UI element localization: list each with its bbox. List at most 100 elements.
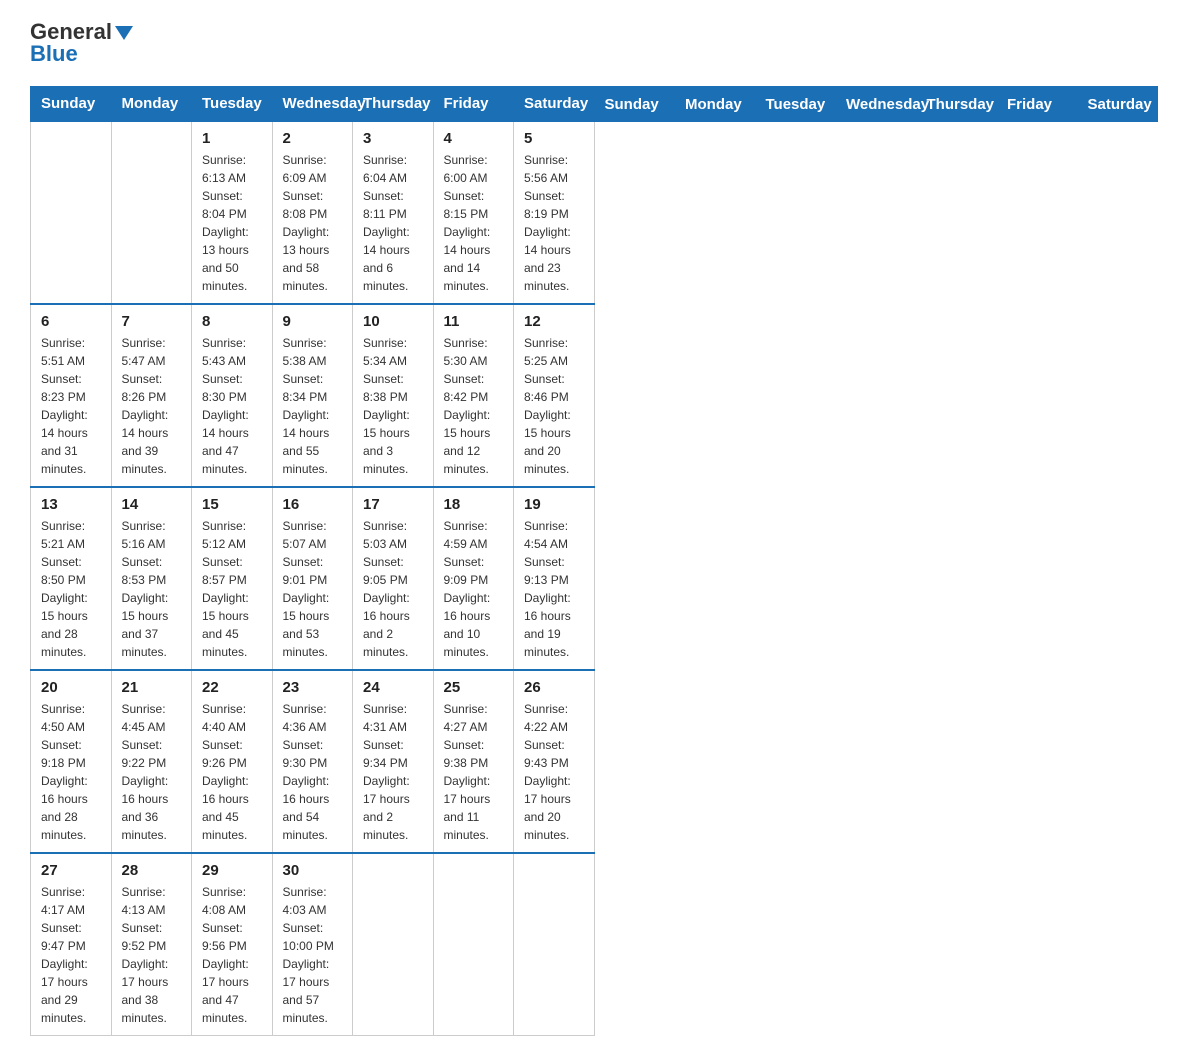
logo-triangle-icon bbox=[115, 26, 133, 40]
day-number: 13 bbox=[41, 496, 101, 513]
day-number: 4 bbox=[444, 130, 504, 147]
calendar-cell: 7 Sunrise: 5:47 AM Sunset: 8:26 PM Daylig… bbox=[111, 304, 192, 487]
day-info: Sunrise: 4:59 AM Sunset: 9:09 PM Dayligh… bbox=[444, 517, 504, 661]
day-info: Sunrise: 4:03 AM Sunset: 10:00 PM Daylig… bbox=[283, 883, 343, 1027]
day-info: Sunrise: 5:12 AM Sunset: 8:57 PM Dayligh… bbox=[202, 517, 262, 661]
logo-blue-text: Blue bbox=[30, 42, 133, 66]
day-info: Sunrise: 6:04 AM Sunset: 8:11 PM Dayligh… bbox=[363, 151, 423, 295]
header-monday: Monday bbox=[111, 87, 192, 122]
header-saturday: Saturday bbox=[514, 87, 595, 122]
day-number: 24 bbox=[363, 679, 423, 696]
calendar-cell: 10Sunrise: 5:34 AM Sunset: 8:38 PM Dayli… bbox=[353, 304, 434, 487]
calendar-cell: 21 Sunrise: 4:45 AM Sunset: 9:22 PM Dayli… bbox=[111, 670, 192, 853]
day-info: Sunrise: 4:31 AM Sunset: 9:34 PM Dayligh… bbox=[363, 700, 423, 844]
day-number: 20 bbox=[41, 679, 101, 696]
day-info: Sunrise: 6:00 AM Sunset: 8:15 PM Dayligh… bbox=[444, 151, 504, 295]
day-number: 2 bbox=[283, 130, 343, 147]
calendar-table: SundayMondayTuesdayWednesdayThursdayFrid… bbox=[30, 86, 1158, 1036]
calendar-header-row: SundayMondayTuesdayWednesdayThursdayFrid… bbox=[31, 87, 1158, 122]
calendar-cell: 8Sunrise: 5:43 AM Sunset: 8:30 PM Daylig… bbox=[192, 304, 273, 487]
calendar-cell: 18 Sunrise: 4:59 AM Sunset: 9:09 PM Dayli… bbox=[433, 487, 514, 670]
header-thursday: Thursday bbox=[353, 87, 434, 122]
day-number: 12 bbox=[524, 313, 584, 330]
calendar-cell: 27 Sunrise: 4:17 AM Sunset: 9:47 PM Dayli… bbox=[31, 853, 112, 1036]
day-number: 22 bbox=[202, 679, 262, 696]
calendar-cell: 29 Sunrise: 4:08 AM Sunset: 9:56 PM Dayli… bbox=[192, 853, 273, 1036]
calendar-cell: 16Sunrise: 5:07 AM Sunset: 9:01 PM Dayli… bbox=[272, 487, 353, 670]
day-info: Sunrise: 6:13 AM Sunset: 8:04 PM Dayligh… bbox=[202, 151, 262, 295]
header-day-friday: Friday bbox=[997, 87, 1078, 122]
calendar-cell: 9 Sunrise: 5:38 AM Sunset: 8:34 PM Daylig… bbox=[272, 304, 353, 487]
day-info: Sunrise: 4:54 AM Sunset: 9:13 PM Dayligh… bbox=[524, 517, 584, 661]
day-info: Sunrise: 4:27 AM Sunset: 9:38 PM Dayligh… bbox=[444, 700, 504, 844]
day-number: 28 bbox=[122, 862, 182, 879]
day-info: Sunrise: 4:22 AM Sunset: 9:43 PM Dayligh… bbox=[524, 700, 584, 844]
calendar-cell: 11 Sunrise: 5:30 AM Sunset: 8:42 PM Dayli… bbox=[433, 304, 514, 487]
header-friday: Friday bbox=[433, 87, 514, 122]
day-info: Sunrise: 6:09 AM Sunset: 8:08 PM Dayligh… bbox=[283, 151, 343, 295]
day-number: 30 bbox=[283, 862, 343, 879]
week-row-3: 13 Sunrise: 5:21 AM Sunset: 8:50 PM Dayli… bbox=[31, 487, 1158, 670]
calendar-cell: 4 Sunrise: 6:00 AM Sunset: 8:15 PM Daylig… bbox=[433, 121, 514, 304]
day-info: Sunrise: 5:16 AM Sunset: 8:53 PM Dayligh… bbox=[122, 517, 182, 661]
header-day-sunday: Sunday bbox=[594, 87, 675, 122]
day-info: Sunrise: 4:08 AM Sunset: 9:56 PM Dayligh… bbox=[202, 883, 262, 1027]
page-header: General Blue bbox=[30, 20, 1158, 66]
day-number: 7 bbox=[122, 313, 182, 330]
header-day-thursday: Thursday bbox=[916, 87, 997, 122]
calendar-cell bbox=[514, 853, 595, 1036]
day-info: Sunrise: 4:45 AM Sunset: 9:22 PM Dayligh… bbox=[122, 700, 182, 844]
day-number: 27 bbox=[41, 862, 101, 879]
day-number: 15 bbox=[202, 496, 262, 513]
day-info: Sunrise: 5:03 AM Sunset: 9:05 PM Dayligh… bbox=[363, 517, 423, 661]
calendar-cell bbox=[353, 853, 434, 1036]
week-row-4: 20Sunrise: 4:50 AM Sunset: 9:18 PM Dayli… bbox=[31, 670, 1158, 853]
day-info: Sunrise: 5:38 AM Sunset: 8:34 PM Dayligh… bbox=[283, 334, 343, 478]
calendar-cell bbox=[111, 121, 192, 304]
calendar-cell: 3 Sunrise: 6:04 AM Sunset: 8:11 PM Daylig… bbox=[353, 121, 434, 304]
day-number: 17 bbox=[363, 496, 423, 513]
day-number: 18 bbox=[444, 496, 504, 513]
logo: General Blue bbox=[30, 20, 133, 66]
day-info: Sunrise: 5:47 AM Sunset: 8:26 PM Dayligh… bbox=[122, 334, 182, 478]
day-info: Sunrise: 5:25 AM Sunset: 8:46 PM Dayligh… bbox=[524, 334, 584, 478]
day-number: 23 bbox=[283, 679, 343, 696]
day-number: 11 bbox=[444, 313, 504, 330]
header-day-saturday: Saturday bbox=[1077, 87, 1158, 122]
calendar-cell: 19Sunrise: 4:54 AM Sunset: 9:13 PM Dayli… bbox=[514, 487, 595, 670]
calendar-cell: 12 Sunrise: 5:25 AM Sunset: 8:46 PM Dayli… bbox=[514, 304, 595, 487]
day-number: 16 bbox=[283, 496, 343, 513]
calendar-cell: 26 Sunrise: 4:22 AM Sunset: 9:43 PM Dayli… bbox=[514, 670, 595, 853]
calendar-cell: 14 Sunrise: 5:16 AM Sunset: 8:53 PM Dayli… bbox=[111, 487, 192, 670]
calendar-cell: 22 Sunrise: 4:40 AM Sunset: 9:26 PM Dayli… bbox=[192, 670, 273, 853]
day-number: 6 bbox=[41, 313, 101, 330]
calendar-cell: 5Sunrise: 5:56 AM Sunset: 8:19 PM Daylig… bbox=[514, 121, 595, 304]
day-info: Sunrise: 4:36 AM Sunset: 9:30 PM Dayligh… bbox=[283, 700, 343, 844]
calendar-cell: 2 Sunrise: 6:09 AM Sunset: 8:08 PM Daylig… bbox=[272, 121, 353, 304]
day-info: Sunrise: 4:40 AM Sunset: 9:26 PM Dayligh… bbox=[202, 700, 262, 844]
header-day-tuesday: Tuesday bbox=[755, 87, 836, 122]
calendar-cell: 30 Sunrise: 4:03 AM Sunset: 10:00 PM Dayl… bbox=[272, 853, 353, 1036]
day-number: 21 bbox=[122, 679, 182, 696]
calendar-cell: 23 Sunrise: 4:36 AM Sunset: 9:30 PM Dayli… bbox=[272, 670, 353, 853]
day-number: 29 bbox=[202, 862, 262, 879]
day-info: Sunrise: 5:21 AM Sunset: 8:50 PM Dayligh… bbox=[41, 517, 101, 661]
day-number: 26 bbox=[524, 679, 584, 696]
calendar-cell bbox=[31, 121, 112, 304]
day-info: Sunrise: 5:56 AM Sunset: 8:19 PM Dayligh… bbox=[524, 151, 584, 295]
calendar-cell: 24 Sunrise: 4:31 AM Sunset: 9:34 PM Dayli… bbox=[353, 670, 434, 853]
day-info: Sunrise: 5:30 AM Sunset: 8:42 PM Dayligh… bbox=[444, 334, 504, 478]
day-number: 14 bbox=[122, 496, 182, 513]
day-number: 9 bbox=[283, 313, 343, 330]
calendar-cell: 20Sunrise: 4:50 AM Sunset: 9:18 PM Dayli… bbox=[31, 670, 112, 853]
day-number: 10 bbox=[363, 313, 423, 330]
day-number: 3 bbox=[363, 130, 423, 147]
calendar-cell: 17 Sunrise: 5:03 AM Sunset: 9:05 PM Dayli… bbox=[353, 487, 434, 670]
calendar-cell: 28 Sunrise: 4:13 AM Sunset: 9:52 PM Dayli… bbox=[111, 853, 192, 1036]
calendar-cell: 13 Sunrise: 5:21 AM Sunset: 8:50 PM Dayli… bbox=[31, 487, 112, 670]
day-info: Sunrise: 4:17 AM Sunset: 9:47 PM Dayligh… bbox=[41, 883, 101, 1027]
calendar-cell bbox=[433, 853, 514, 1036]
week-row-5: 27 Sunrise: 4:17 AM Sunset: 9:47 PM Dayli… bbox=[31, 853, 1158, 1036]
day-info: Sunrise: 4:13 AM Sunset: 9:52 PM Dayligh… bbox=[122, 883, 182, 1027]
day-number: 8 bbox=[202, 313, 262, 330]
